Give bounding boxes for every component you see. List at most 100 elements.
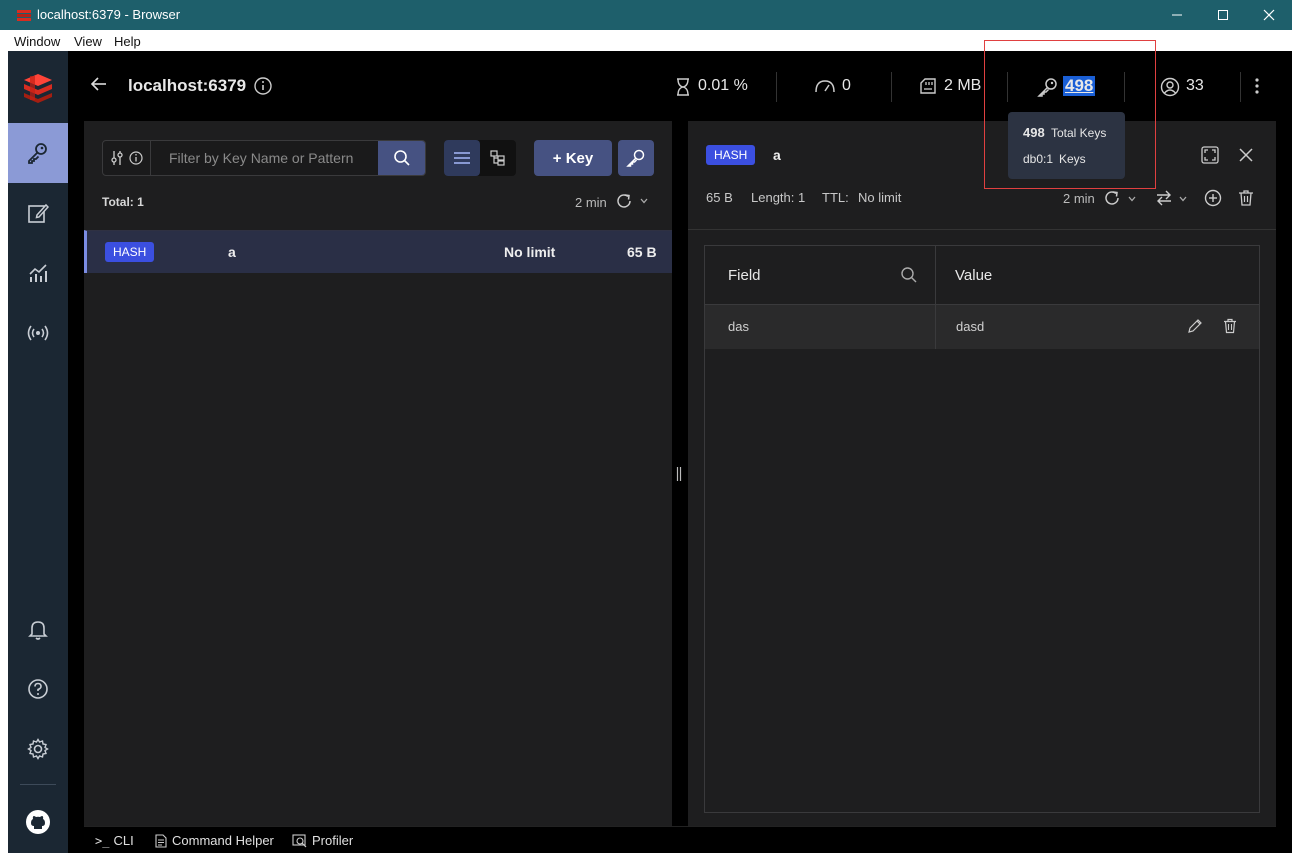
desktop-edge — [1292, 0, 1300, 860]
details-ttl-label: TTL: — [822, 190, 849, 205]
cli-button[interactable]: >_ CLI — [95, 833, 134, 848]
sidebar-item-notifications[interactable] — [8, 599, 68, 659]
profiler-label: Profiler — [312, 833, 354, 848]
details-ttl-value[interactable]: No limit — [858, 190, 901, 205]
db-name: localhost:6379 — [128, 76, 247, 95]
refresh-icon[interactable] — [1103, 189, 1121, 207]
panel-resize-handle[interactable] — [676, 466, 684, 482]
sidebar-item-workbench[interactable] — [8, 183, 68, 243]
window-title: localhost:6379 - Browser — [37, 7, 181, 22]
speedometer-icon — [814, 78, 836, 94]
details-refresh-time: 2 min — [1063, 191, 1095, 206]
chevron-down-icon[interactable] — [1127, 194, 1137, 204]
fullscreen-icon[interactable] — [1201, 146, 1219, 164]
field-cell: das — [728, 319, 749, 334]
info-icon[interactable] — [254, 77, 272, 95]
details-divider — [688, 229, 1276, 230]
column-header-value: Value — [936, 246, 1259, 305]
format-switch-icon[interactable] — [1155, 189, 1173, 207]
clients-value: 33 — [1186, 77, 1204, 94]
list-icon — [454, 152, 470, 164]
key-name: a — [228, 244, 236, 260]
last-refresh-time: 2 min — [575, 195, 607, 210]
help-icon — [28, 679, 48, 699]
details-key-name[interactable]: a — [773, 147, 781, 163]
list-view-button[interactable] — [444, 140, 480, 176]
sidebar-item-settings[interactable] — [8, 719, 68, 779]
search-icon — [393, 150, 410, 166]
close-icon[interactable] — [1238, 147, 1254, 163]
cli-label: CLI — [113, 833, 134, 848]
document-icon — [155, 833, 167, 848]
redis-app-icon — [17, 8, 31, 22]
bulk-actions-button[interactable] — [618, 140, 654, 176]
sidebar-item-github[interactable] — [8, 792, 68, 852]
highlight-annotation — [984, 40, 1156, 189]
tree-view-button[interactable] — [480, 140, 516, 176]
broadcast-icon — [27, 325, 49, 341]
maximize-button[interactable] — [1200, 0, 1246, 30]
memory-value: 2 MB — [944, 77, 982, 94]
details-type-badge: HASH — [706, 145, 756, 165]
column-header-label: Value — [955, 267, 993, 284]
user-icon — [1160, 77, 1180, 97]
bell-icon — [28, 621, 48, 640]
sidebar-item-pubsub[interactable] — [8, 303, 68, 363]
github-icon — [26, 810, 50, 834]
edit-icon — [28, 203, 49, 223]
column-header-label: Field — [728, 267, 761, 284]
analytics-icon — [29, 264, 47, 282]
menu-view[interactable]: View — [74, 34, 102, 49]
edit-icon[interactable] — [1187, 318, 1203, 334]
details-length: Length: 1 — [751, 190, 806, 205]
refresh-icon[interactable] — [615, 192, 633, 210]
command-helper-label: Command Helper — [172, 833, 274, 848]
search-button[interactable] — [378, 141, 425, 175]
chevron-down-icon[interactable] — [639, 196, 649, 206]
key-icon — [28, 143, 47, 164]
sidebar-item-browser[interactable] — [8, 123, 68, 183]
key-list-panel — [84, 121, 672, 826]
key-size: 65 B — [627, 244, 657, 260]
delete-icon[interactable] — [1222, 318, 1238, 334]
close-window-button[interactable] — [1246, 0, 1292, 30]
value-cell: dasd — [956, 319, 985, 334]
search-icon[interactable] — [900, 266, 918, 284]
terminal-icon: >_ — [95, 833, 110, 848]
profiler-button[interactable]: Profiler — [292, 833, 353, 848]
back-arrow-icon[interactable] — [90, 75, 108, 93]
chevron-down-icon[interactable] — [1178, 194, 1188, 204]
table-row[interactable]: HASH a No limit 65 B — [84, 230, 672, 273]
table-row[interactable]: dasd — [936, 305, 1259, 349]
header-divider — [891, 72, 892, 102]
bottom-bar: >_ CLI Command Helper Profiler — [84, 826, 1276, 853]
memory-icon — [919, 77, 937, 95]
gear-icon — [27, 738, 49, 760]
table-row[interactable]: das — [705, 305, 936, 349]
delete-key-icon[interactable] — [1237, 189, 1255, 207]
sidebar-item-help[interactable] — [8, 659, 68, 719]
filter-options[interactable] — [103, 141, 151, 175]
menu-help[interactable]: Help — [114, 34, 141, 49]
details-size: 65 B — [706, 190, 733, 205]
key-filter-input[interactable] — [152, 141, 380, 175]
hash-fields-table: Field Value das dasd — [704, 245, 1260, 813]
redis-logo[interactable] — [8, 57, 68, 117]
header-divider — [1240, 72, 1241, 102]
cpu-value: 0.01 % — [698, 77, 748, 94]
total-keys-label: Total: 1 — [102, 195, 144, 209]
sidebar-divider — [20, 784, 56, 785]
sidebar-item-analytics[interactable] — [8, 243, 68, 303]
command-helper-button[interactable]: Command Helper — [154, 833, 274, 848]
menu-window[interactable]: Window — [14, 34, 60, 49]
profiler-icon — [292, 833, 307, 847]
more-options-icon[interactable] — [1254, 77, 1260, 95]
column-header-field: Field — [705, 246, 936, 305]
info-icon — [129, 151, 143, 165]
ops-value: 0 — [842, 77, 851, 94]
add-field-icon[interactable] — [1204, 189, 1222, 207]
minimize-button[interactable] — [1154, 0, 1200, 30]
header-divider — [776, 72, 777, 102]
add-key-button[interactable]: + Key — [534, 140, 612, 176]
key-type-badge: HASH — [105, 242, 155, 262]
